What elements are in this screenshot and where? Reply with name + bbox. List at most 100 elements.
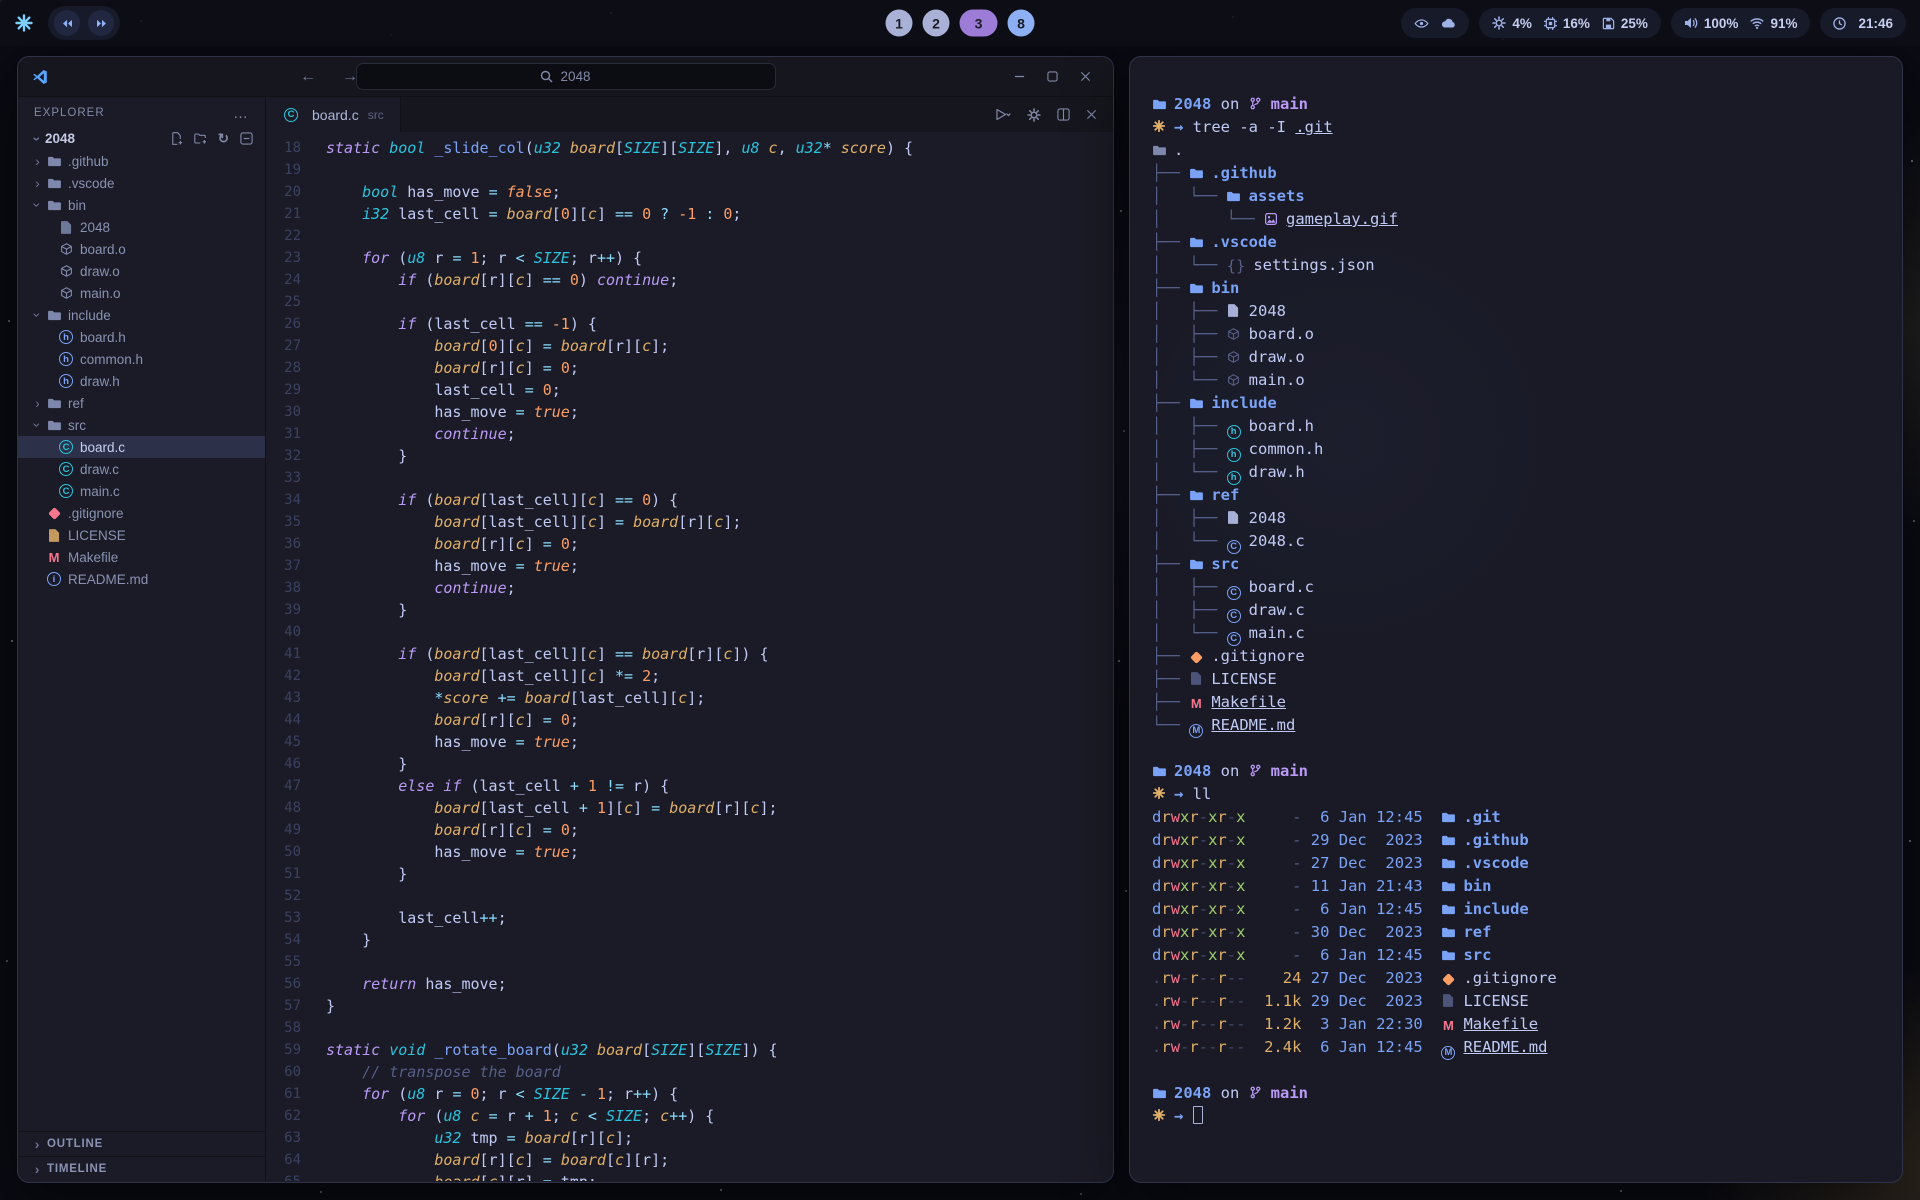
folder-ref[interactable]: ›ref [18,392,265,414]
circm-icon: M [1189,715,1203,738]
new-file-button[interactable] [170,131,183,147]
code-line-36: 36 board[r][c] = 0; [266,533,1113,555]
more-actions-icon[interactable]: … [233,106,249,121]
workspace-8[interactable]: 8 [1008,10,1035,37]
section-outline[interactable]: ›OUTLINE [18,1131,265,1156]
terminal-line: .rw-r--r-- 1.2k 3 Jan 22:30 MMakefile [1152,1013,1880,1036]
folder-bin[interactable]: ›bin [18,194,265,216]
line-number: 46 [266,753,326,775]
maximize-button[interactable] [1047,71,1058,82]
code-text: board[last_cell][c] *= 2; [326,665,660,687]
file-board.c[interactable]: Cboard.c [18,436,265,458]
minimize-button[interactable] [1014,71,1025,82]
wifi-icon [1750,18,1764,29]
tab-bar: C board.c src [266,97,1113,132]
line-number: 59 [266,1039,326,1061]
line-number: 27 [266,335,326,357]
file-main.o[interactable]: main.o [18,282,265,304]
workspace-1[interactable]: 1 [886,10,913,37]
settings-gear-icon[interactable] [1027,108,1041,122]
file-common.h[interactable]: hcommon.h [18,348,265,370]
file-board.o[interactable]: board.o [18,238,265,260]
command-center[interactable]: 2048 [356,63,776,90]
terminal-window[interactable]: 2048 on main→ tree -a -I .git.├── .githu… [1129,56,1903,1183]
file-.gitignore[interactable]: .gitignore [18,502,265,524]
code-text: } [326,863,407,885]
line-number: 50 [266,841,326,863]
file-Makefile[interactable]: MMakefile [18,546,265,568]
terminal-line: drwxr-xr-x - 6 Jan 12:45 src [1152,944,1880,967]
item-label: .gitignore [68,506,124,521]
disk-value: 25% [1621,16,1648,31]
line-number: 53 [266,907,326,929]
folder-icon [1441,830,1455,853]
terminal-line: │ ├── Cboard.c [1152,576,1880,599]
metrics-group: 4%16%25% [1479,8,1661,38]
circc-icon: C [1227,577,1241,600]
code-text: if (board[last_cell][c] == 0) { [326,489,678,511]
project-root-folder[interactable]: › 2048 ↻ [18,127,265,150]
workspace-2[interactable]: 2 [923,10,950,37]
refresh-button[interactable]: ↻ [218,131,229,147]
file-LICENSE[interactable]: LICENSE [18,524,265,546]
cpu-icon [1492,16,1506,30]
run-button[interactable] [995,108,1011,121]
close-tab-icon[interactable] [1086,109,1097,120]
file-main.c[interactable]: Cmain.c [18,480,265,502]
nav-back-button[interactable]: ← [300,69,316,85]
line-number: 18 [266,137,326,159]
cpu-metric: 4% [1492,16,1532,31]
code-line-48: 48 board[last_cell + 1][c] = board[r][c]… [266,797,1113,819]
tab-board.c[interactable]: C board.c src [266,97,401,132]
section-timeline[interactable]: ›TIMELINE [18,1156,265,1181]
folder-src[interactable]: ›src [18,414,265,436]
terminal-line: 2048 on main [1152,760,1880,783]
code-text: return has_move; [326,973,507,995]
workspace-3[interactable]: 3 [960,10,998,37]
code-line-50: 50 has_move = true; [266,841,1113,863]
file-draw.c[interactable]: Cdraw.c [18,458,265,480]
terminal-body[interactable]: 2048 on main→ tree -a -I .git.├── .githu… [1130,57,1902,1182]
close-button[interactable] [1080,71,1091,82]
terminal-line: → [1152,1105,1880,1128]
media-next-button[interactable] [88,10,114,36]
code-text: for (u8 r = 0; r < SIZE - 1; r++) { [326,1083,678,1105]
file-board.h[interactable]: hboard.h [18,326,265,348]
line-number: 45 [266,731,326,753]
vscode-logo-icon [32,69,48,85]
terminal-line: │ ├── hcommon.h [1152,438,1880,461]
code-line-38: 38 continue; [266,577,1113,599]
code-text: board[0][c] = board[r][c]; [326,335,669,357]
terminal-line: │ └── hdraw.h [1152,461,1880,484]
media-prev-button[interactable] [54,10,80,36]
terminal-line: ├── bin [1152,277,1880,300]
file-draw.h[interactable]: hdraw.h [18,370,265,392]
chevron-down-icon: › [31,198,45,213]
folder-.github[interactable]: ›.github [18,150,265,172]
tab-detail: src [368,108,384,122]
code-line-44: 44 board[r][c] = 0; [266,709,1113,731]
code-area[interactable]: 18static bool _slide_col(u32 board[SIZE]… [266,132,1113,1181]
file-README.md[interactable]: iREADME.md [18,568,265,590]
line-number: 48 [266,797,326,819]
wifi-value: 91% [1770,16,1797,31]
folder-.vscode[interactable]: ›.vscode [18,172,265,194]
line-number: 44 [266,709,326,731]
folder-include[interactable]: ›include [18,304,265,326]
file-draw.o[interactable]: draw.o [18,260,265,282]
line-number: 54 [266,929,326,951]
project-root-label: 2048 [45,131,75,146]
folder-icon [45,200,63,211]
split-editor-icon[interactable] [1057,108,1070,121]
file-2048[interactable]: 2048 [18,216,265,238]
line-number: 37 [266,555,326,577]
collapse-all-button[interactable] [240,131,253,147]
new-folder-button[interactable] [194,131,207,147]
code-line-23: 23 for (u8 r = 1; r < SIZE; r++) { [266,247,1113,269]
circi-icon: i [45,572,63,586]
folder-icon [45,398,63,409]
system-logo-icon[interactable] [14,13,34,33]
code-text: bool has_move = false; [326,181,561,203]
line-number: 58 [266,1017,326,1039]
terminal-line: ├── .vscode [1152,231,1880,254]
